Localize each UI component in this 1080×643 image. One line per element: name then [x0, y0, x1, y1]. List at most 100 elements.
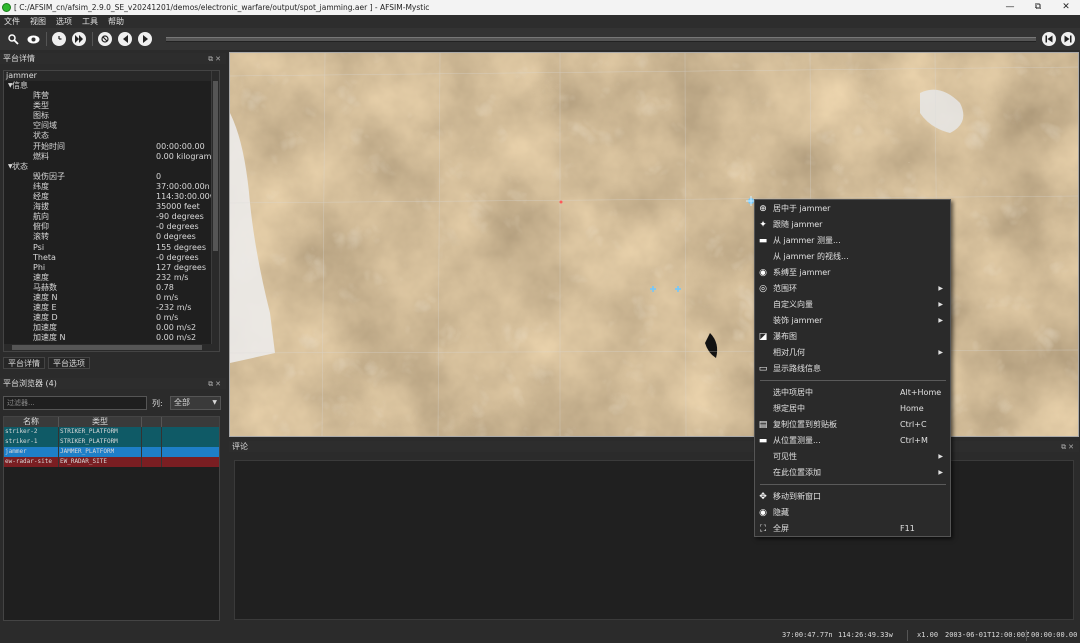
table-row[interactable]: striker-2 STRIKER_PLATFORM [4, 427, 219, 437]
details-platform-name: jammer [4, 71, 219, 81]
header-type[interactable]: 类型 [59, 417, 142, 427]
context-menu-item[interactable]: ◉ 系缚至 jammer [755, 265, 950, 281]
context-menu-item[interactable]: ⊕ 居中于 jammer [755, 201, 950, 217]
detail-value: -232 m/s [156, 303, 192, 313]
follow-icon: ✦ [759, 220, 767, 230]
menu-help[interactable]: 帮助 [108, 16, 124, 27]
panel-float-close-buttons[interactable]: ⧉✕ [208, 54, 223, 65]
details-panel-title: 平台详情 ⧉✕ [0, 53, 226, 64]
context-menu-item[interactable]: ▬ 从位置测量... Ctrl+M [755, 433, 950, 449]
context-menu-item[interactable]: 相对几何 ▶ [755, 345, 950, 361]
table-row[interactable]: ew-radar-site EW_RADAR_SITE [4, 457, 219, 467]
detail-value: 0.00 m/s2 [156, 333, 197, 343]
filter-input[interactable]: 过滤器... [3, 396, 147, 410]
context-menu-item[interactable]: 在此位置添加 ▶ [755, 465, 950, 481]
details-row: 加速度 N 0.00 m/s2 [4, 333, 219, 343]
detail-key: 滚转 [33, 232, 49, 242]
context-menu-item[interactable]: ◉ 隐藏 [755, 505, 950, 521]
skip-to-end-icon[interactable] [1061, 32, 1075, 46]
panel-float-close-buttons[interactable]: ⧉✕ [1061, 442, 1076, 453]
details-hscrollbar[interactable] [4, 344, 213, 351]
context-menu-item[interactable]: 自定义向量 ▶ [755, 297, 950, 313]
context-menu-item[interactable]: 从 jammer 的视线... [755, 249, 950, 265]
chevron-right-icon: ▶ [938, 301, 943, 308]
details-row: 毁伤因子 0 [4, 172, 219, 182]
center-icon: ⊕ [759, 204, 767, 214]
menu-item-label: 瀑布图 [773, 332, 797, 341]
menu-view[interactable]: 视图 [30, 16, 46, 27]
detail-value: 232 m/s [156, 272, 189, 282]
context-menu-item[interactable]: ▬ 从 jammer 测量... [755, 233, 950, 249]
timeline-slider[interactable] [166, 37, 1036, 42]
menu-item-label: 显示路线信息 [773, 364, 821, 373]
map-view[interactable] [229, 52, 1079, 437]
play-reverse-icon[interactable] [118, 32, 132, 46]
title-bar: [ C:/AFSIM_cn/afsim_2.9.0_SE_v20241201/d… [0, 0, 1080, 15]
table-row[interactable]: jammer JAMMER_PLATFORM [4, 447, 219, 457]
details-group[interactable]: ▼ 信息 [4, 81, 219, 91]
context-menu-item[interactable]: ✥ 移动到新窗口 [755, 489, 950, 505]
menu-file[interactable]: 文件 [4, 16, 20, 27]
skip-to-start-icon[interactable] [1042, 32, 1056, 46]
column-select[interactable]: 全部 ▼ [170, 396, 221, 410]
measure-icon: ▬ [758, 236, 768, 246]
menu-item-shortcut: Alt+Home [900, 388, 942, 397]
menu-options[interactable]: 选项 [56, 16, 72, 27]
window-controls: — ⧉ ✕ [996, 0, 1080, 15]
tab-platform-options[interactable]: 平台选项 [48, 357, 90, 369]
menu-item-label: 可见性 [773, 452, 797, 461]
map-terrain[interactable] [230, 53, 1079, 437]
browser-title-text: 平台浏览器 (4) [3, 379, 57, 388]
details-vscrollbar[interactable] [211, 71, 219, 351]
detail-key: 速度 [33, 272, 49, 282]
table-header: 名称 类型 [4, 417, 219, 427]
context-menu-item[interactable]: ⛶ 全屏 F11 [755, 521, 950, 537]
play-icon[interactable] [138, 32, 152, 46]
details-row: 图标 [4, 111, 219, 121]
chart-icon: ◪ [758, 332, 768, 342]
toolbar-separator [92, 32, 93, 46]
menu-item-label: 从 jammer 测量... [773, 236, 841, 245]
menu-item-label: 从位置测量... [773, 436, 821, 445]
chevron-right-icon: ▶ [938, 317, 943, 324]
context-menu-item[interactable]: 装饰 jammer ▶ [755, 313, 950, 329]
tab-platform-details[interactable]: 平台详情 [3, 357, 45, 369]
menu-item-label: 居中于 jammer [773, 204, 831, 213]
eye-icon[interactable] [26, 32, 40, 46]
maximize-button[interactable]: ⧉ [1024, 0, 1052, 15]
menu-item-label: 在此位置添加 [773, 468, 821, 477]
menu-tools[interactable]: 工具 [82, 16, 98, 27]
context-menu-item[interactable]: 想定居中 Home [755, 401, 950, 417]
detail-key: 阵营 [33, 91, 49, 101]
detail-value: 127 degrees [156, 262, 207, 272]
context-menu-item[interactable]: ▭ 显示路线信息 [755, 361, 950, 377]
group-label: 信息 [12, 81, 28, 90]
details-group[interactable]: ▼ 状态 [4, 162, 219, 172]
context-menu-item[interactable]: 可见性 ▶ [755, 449, 950, 465]
context-menu-item[interactable]: ◪ 瀑布图 [755, 329, 950, 345]
fast-forward-icon[interactable] [72, 32, 86, 46]
detail-value: 155 degrees [156, 242, 207, 252]
platform-name-cell: striker-1 [4, 437, 59, 447]
table-row[interactable]: striker-1 STRIKER_PLATFORM [4, 437, 219, 447]
platform-type-cell: STRIKER_PLATFORM [59, 427, 142, 437]
close-button[interactable]: ✕ [1052, 0, 1080, 15]
context-menu-item[interactable]: 选中项居中 Alt+Home [755, 385, 950, 401]
panel-float-close-buttons[interactable]: ⧉✕ [208, 379, 223, 390]
context-menu-item[interactable]: ✦ 跟随 jammer [755, 217, 950, 233]
context-menu-item[interactable]: ◎ 范围环 ▶ [755, 281, 950, 297]
menu-item-label: 全屏 [773, 524, 789, 533]
platform-extra-cell [142, 437, 162, 447]
comment-title-text: 评论 [232, 442, 248, 451]
platform-browser-table: 名称 类型 striker-2 STRIKER_PLATFORM striker-1… [3, 416, 220, 621]
minimize-button[interactable]: — [996, 0, 1024, 15]
detail-key: 加速度 [33, 323, 57, 333]
detail-value: 0 [156, 171, 162, 181]
clock-icon[interactable] [52, 32, 66, 46]
table-body: striker-2 STRIKER_PLATFORM striker-1 STRIKE… [4, 427, 219, 467]
context-menu-item[interactable]: ▤ 复制位置到剪贴板 Ctrl+C [755, 417, 950, 433]
details-row: 速度 E -232 m/s [4, 303, 219, 313]
header-name[interactable]: 名称 [4, 417, 59, 427]
search-icon[interactable] [6, 32, 20, 46]
stop-icon[interactable] [98, 32, 112, 46]
